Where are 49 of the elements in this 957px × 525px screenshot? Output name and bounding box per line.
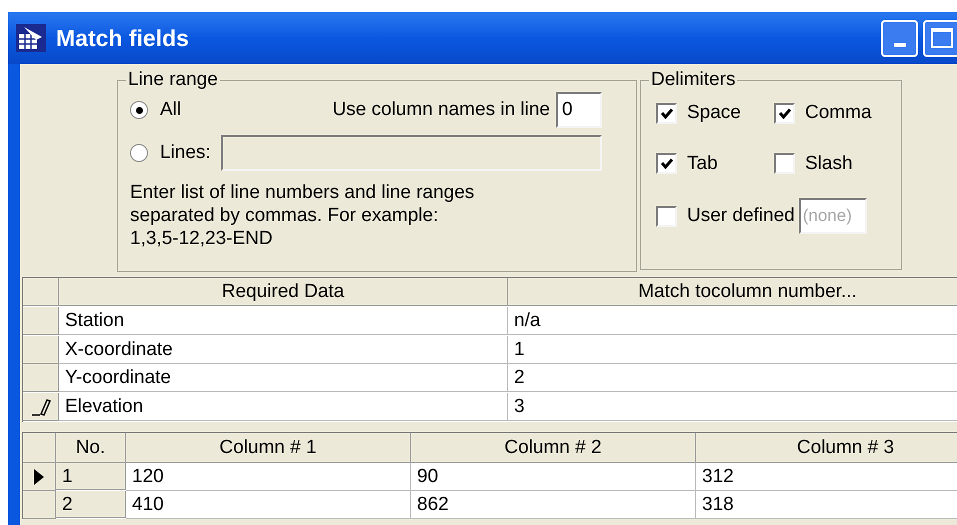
table-cell: 862 (411, 491, 696, 519)
table-cell: 1 (56, 463, 126, 490)
table-cell: Elevation (59, 393, 508, 422)
table-cell: 120 (126, 463, 411, 491)
table-icon (16, 24, 46, 52)
column-header[interactable]: Column # 3 (696, 433, 957, 463)
check-icon (660, 108, 672, 119)
column-header[interactable]: Match tocolumn number... (508, 278, 957, 306)
column-names-field[interactable]: 0 (556, 92, 602, 128)
corner-header (23, 433, 56, 463)
column-header[interactable]: Column # 1 (126, 433, 411, 463)
table-cell: X-coordinate (59, 336, 508, 364)
table-cell: 410 (126, 491, 411, 519)
checkbox[interactable] (656, 206, 677, 226)
checkbox[interactable] (774, 153, 795, 174)
table-cell: Station (59, 306, 508, 335)
table-cell: 2 (56, 491, 126, 518)
maximize-button[interactable] (923, 20, 957, 56)
radio-label: Lines: (160, 140, 211, 165)
checkbox[interactable] (774, 102, 795, 124)
example-text: 1,3,5-12,23-END (130, 227, 274, 250)
column-header[interactable]: Column # 2 (411, 433, 696, 463)
pencil-icon (30, 396, 52, 417)
checkbox-label: Tab (687, 152, 718, 176)
window-title: Match fields (56, 24, 189, 53)
current-row-icon (33, 468, 45, 486)
check-icon (660, 158, 672, 170)
checkbox-label: User defined (687, 204, 795, 228)
radio-button[interactable] (130, 101, 148, 119)
table-cell: Y-coordinate (59, 364, 508, 392)
checkbox[interactable] (656, 153, 677, 174)
minimize-button[interactable] (881, 20, 918, 56)
radio-button[interactable] (130, 144, 148, 162)
row-header[interactable] (23, 393, 59, 422)
checkbox[interactable] (656, 102, 677, 124)
group-title: Line range (126, 69, 220, 91)
column-header[interactable]: Required Data (59, 278, 508, 306)
radio-label: All (160, 98, 182, 122)
row-header[interactable] (23, 463, 56, 491)
field-label: Use column names in line (332, 98, 550, 122)
checkbox-label: Comma (805, 101, 872, 125)
checkbox-label: Space (687, 101, 741, 125)
column-header[interactable]: No. (56, 433, 126, 463)
help-text: Enter list of line numbers and line ranges separated by commas. For example: (130, 181, 476, 227)
check-icon (778, 108, 790, 119)
checkbox-label: Slash (805, 152, 853, 176)
user-defined-field[interactable]: (none) (798, 198, 867, 234)
table-cell: 90 (411, 463, 696, 491)
corner-header (23, 278, 59, 306)
